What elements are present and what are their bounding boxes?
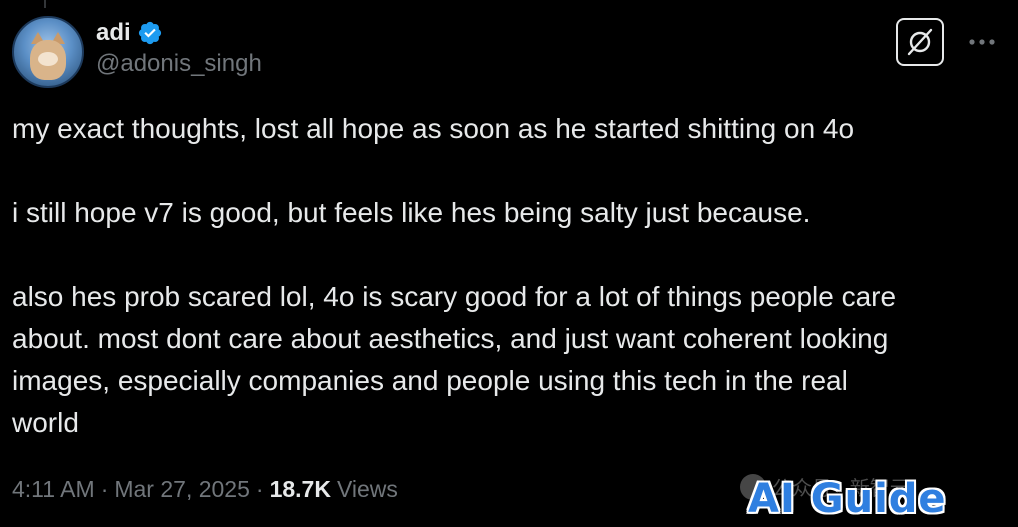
views-count[interactable]: 18.7K	[270, 476, 331, 503]
tweet-line: my exact thoughts, lost all hope as soon…	[12, 113, 855, 144]
meta-separator: ·	[255, 476, 264, 502]
tweet-line: world	[12, 407, 79, 438]
tweet-line: also hes prob scared lol, 4o is scary go…	[12, 281, 897, 312]
avatar[interactable]	[12, 16, 84, 88]
tweet-line: i still hope v7 is good, but feels like …	[12, 197, 811, 228]
watermark-logo: AI Guide	[748, 476, 947, 522]
display-name-row: adi	[96, 14, 262, 52]
tweet-line: about. most dont care about aesthetics, …	[12, 323, 889, 354]
tweet-time[interactable]: 4:11 AM	[12, 476, 95, 503]
handle[interactable]: @adonis_singh	[96, 50, 262, 78]
tweet-header: adi @adonis_singh	[12, 14, 1006, 88]
avatar-cat-face	[38, 52, 58, 66]
more-icon	[969, 39, 995, 45]
tweet-paragraph: also hes prob scared lol, 4o is scary go…	[12, 276, 1002, 444]
tweet-text: my exact thoughts, lost all hope as soon…	[12, 108, 1002, 444]
meta-separator: ·	[100, 476, 109, 502]
author-names: adi @adonis_singh	[96, 14, 262, 78]
views-label: Views	[336, 476, 398, 502]
grok-icon	[907, 28, 933, 56]
tweet-paragraph: i still hope v7 is good, but feels like …	[12, 192, 1002, 234]
tweet-paragraph: my exact thoughts, lost all hope as soon…	[12, 108, 1002, 150]
tweet-meta: 4:11 AM · Mar 27, 2025 · 18.7K Views	[12, 476, 398, 503]
grok-button[interactable]	[896, 18, 944, 66]
verified-badge-icon[interactable]	[137, 20, 163, 46]
thread-connector-line	[44, 0, 46, 8]
display-name[interactable]: adi	[96, 19, 131, 47]
tweet-line: images, especially companies and people …	[12, 365, 848, 396]
tweet-date[interactable]: Mar 27, 2025	[114, 476, 250, 503]
more-options-button[interactable]	[962, 24, 1002, 60]
